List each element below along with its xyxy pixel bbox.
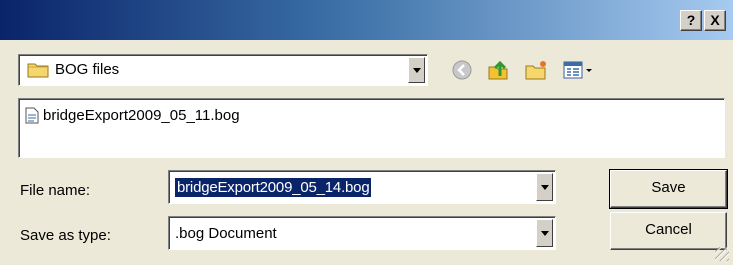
file-list[interactable]: bridgeExport2009_05_11.bog <box>18 98 725 158</box>
document-icon <box>25 107 39 124</box>
up-folder-icon[interactable] <box>486 58 510 82</box>
file-name: bridgeExport2009_05_11.bog <box>43 107 240 124</box>
file-name-value: bridgeExport2009_05_14.bog <box>175 178 372 197</box>
look-in-dropdown[interactable]: BOG files <box>18 54 428 86</box>
new-folder-icon[interactable] <box>524 58 548 82</box>
chevron-down-icon[interactable] <box>408 57 425 83</box>
chevron-down-icon[interactable] <box>536 173 553 201</box>
file-name-field[interactable]: bridgeExport2009_05_14.bog <box>168 170 556 204</box>
cancel-button[interactable]: Cancel <box>610 212 727 250</box>
file-name-label: File name: <box>20 182 91 199</box>
help-button[interactable]: ? <box>680 10 702 31</box>
save-as-type-dropdown[interactable]: .bog Document <box>168 216 556 250</box>
back-arrow-icon[interactable] <box>450 58 474 82</box>
view-menu-icon[interactable] <box>562 58 598 82</box>
resize-grip[interactable] <box>715 247 729 261</box>
save-as-type-value: .bog Document <box>175 225 277 242</box>
look-in-value: BOG files <box>55 61 120 78</box>
title-bar: ? X <box>0 0 733 40</box>
save-as-type-label: Save as type: <box>20 227 111 244</box>
close-button[interactable]: X <box>704 10 726 31</box>
save-dialog: BOG files bridgeExport2009_05_11.bog Fil… <box>0 40 733 265</box>
folder-icon <box>27 63 49 78</box>
save-button[interactable]: Save <box>609 169 728 209</box>
list-item[interactable]: bridgeExport2009_05_11.bog <box>25 107 240 124</box>
chevron-down-icon[interactable] <box>536 219 553 247</box>
